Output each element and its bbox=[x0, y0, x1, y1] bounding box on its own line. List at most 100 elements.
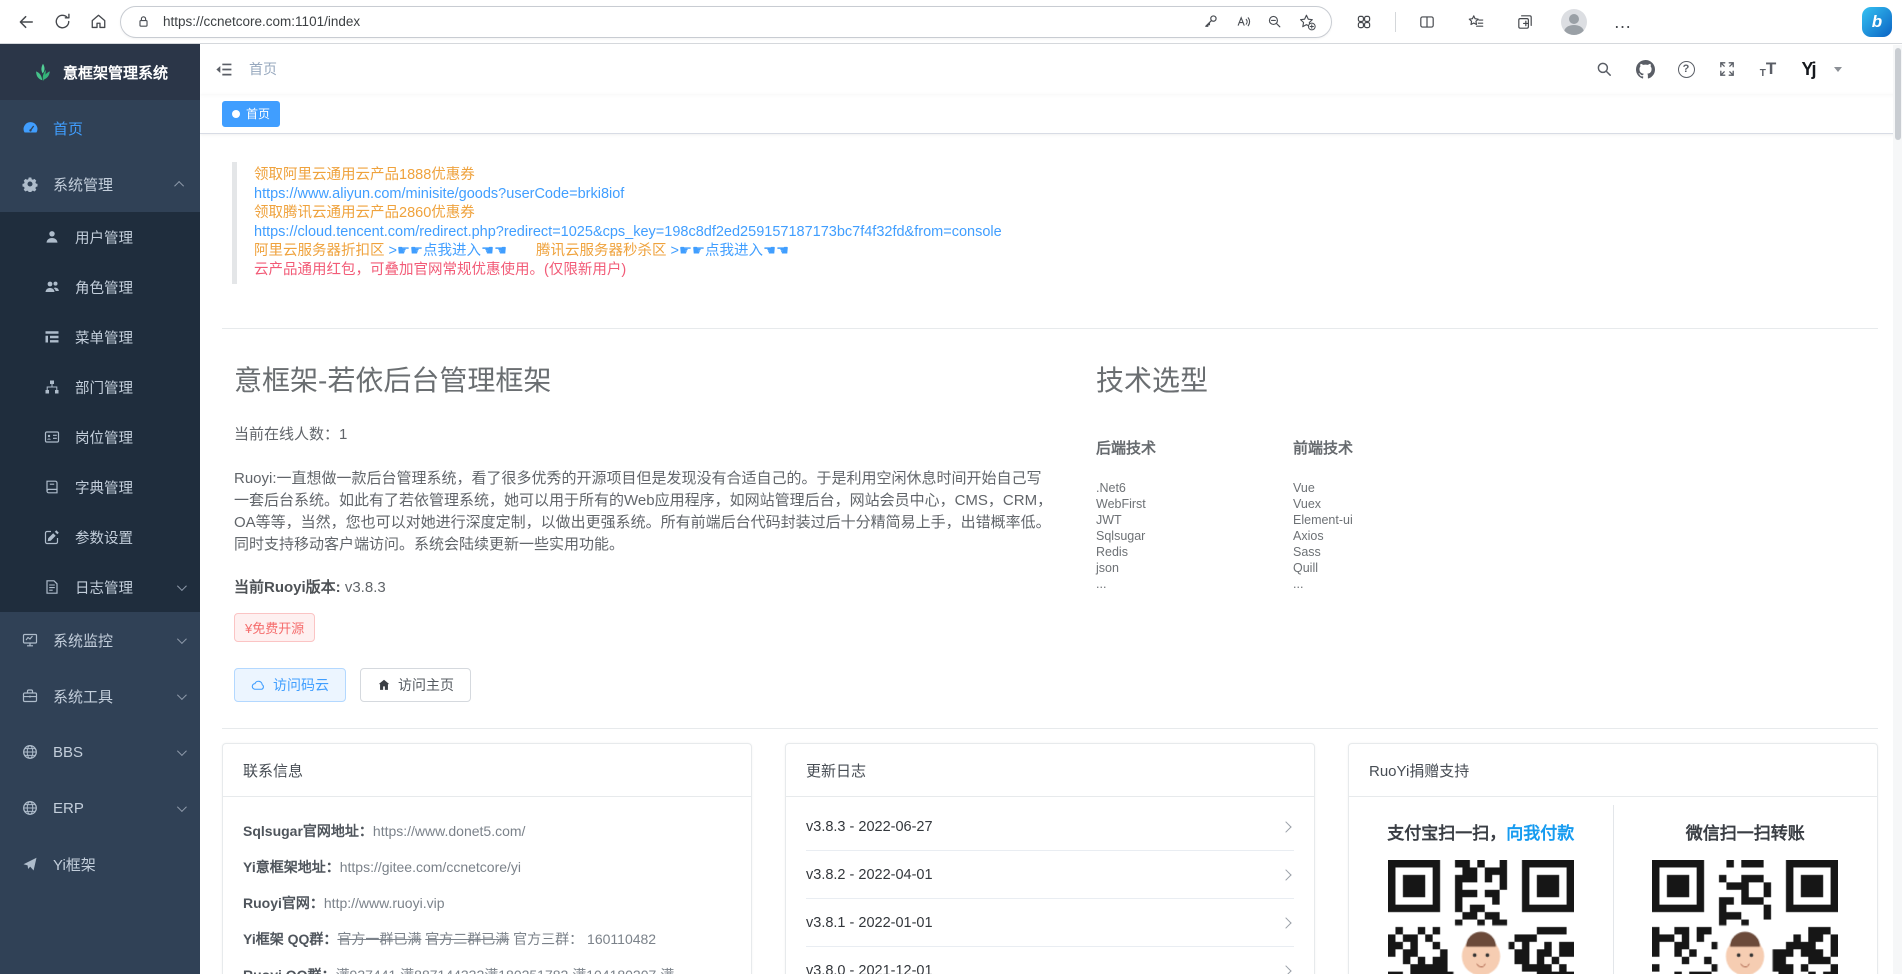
page-scrollbar[interactable] bbox=[1893, 45, 1902, 974]
notice-line: 领取腾讯云通用云产品2860优惠券 bbox=[254, 204, 1878, 223]
font-size-icon[interactable] bbox=[1752, 53, 1784, 85]
changelog-item[interactable]: v3.8.1 - 2022-01-01 bbox=[806, 899, 1294, 947]
globe-icon bbox=[22, 800, 40, 816]
sidebar-item-label: 系统监控 bbox=[53, 630, 113, 651]
favorite-this-page-icon[interactable] bbox=[1295, 13, 1319, 31]
changelog-item[interactable]: v3.8.3 - 2022-06-27 bbox=[806, 803, 1294, 851]
chevron-down-icon bbox=[177, 581, 187, 591]
url-text[interactable]: https://ccnetcore.com:1101/index bbox=[163, 14, 1190, 29]
guide-icon bbox=[22, 856, 40, 872]
tag-home[interactable]: 首页 bbox=[222, 101, 280, 127]
sidebar-item-label: ERP bbox=[53, 800, 84, 817]
sidebar-item-label: BBS bbox=[53, 744, 83, 761]
contact-label: Ruoyi QQ群： bbox=[243, 967, 336, 974]
sidebar-fold-button[interactable] bbox=[214, 60, 233, 79]
sidebar-item-edit[interactable]: 参数设置 bbox=[0, 512, 200, 562]
contact-card-title: 联系信息 bbox=[223, 744, 751, 797]
refresh-button[interactable] bbox=[44, 5, 80, 39]
sidebar-item-label: Yi框架 bbox=[53, 854, 96, 875]
sidebar-item-tree[interactable]: 部门管理 bbox=[0, 362, 200, 412]
sidebar-item-monitor[interactable]: 系统监控 bbox=[0, 612, 200, 668]
top-navbar: 首页 bbox=[200, 44, 1902, 94]
read-aloud-icon[interactable] bbox=[1231, 13, 1254, 30]
sidebar-item-label: 用户管理 bbox=[75, 227, 133, 248]
back-button[interactable] bbox=[8, 5, 44, 39]
edit-icon bbox=[44, 529, 62, 545]
changelog-version-label: v3.8.1 - 2022-01-01 bbox=[806, 915, 933, 931]
password-key-icon[interactable] bbox=[1199, 13, 1222, 30]
split-screen-button[interactable] bbox=[1409, 5, 1445, 39]
contact-value-struck: 满104180207 bbox=[572, 967, 656, 974]
chevron-down-icon[interactable] bbox=[1834, 67, 1842, 72]
notice-line: 阿里云服务器折扣区 >☛☛点我进入☚☚ 腾讯云服务器秒杀区 >☛☛点我进入☚☚ bbox=[254, 242, 1878, 261]
visit-homepage-button[interactable]: 访问主页 bbox=[360, 668, 471, 702]
notice-link[interactable]: https://www.aliyun.com/minisite/goods?us… bbox=[254, 186, 624, 202]
sidebar-item-peoples[interactable]: 角色管理 bbox=[0, 262, 200, 312]
sidebar-item-user[interactable]: 用户管理 bbox=[0, 212, 200, 262]
site-lock-icon[interactable] bbox=[133, 14, 154, 29]
free-open-source-tag: ¥免费开源 bbox=[234, 613, 315, 642]
notice-text: 领取阿里云通用云产品1888优惠券 bbox=[254, 167, 475, 183]
sidebar-item-dict[interactable]: 字典管理 bbox=[0, 462, 200, 512]
sidebar-item-label: 参数设置 bbox=[75, 527, 133, 548]
wechat-title: 微信扫一扫转账 bbox=[1686, 819, 1805, 844]
sidebar-item-globe[interactable]: ERP bbox=[0, 780, 200, 836]
scrollbar-thumb[interactable] bbox=[1895, 48, 1901, 140]
notice-line: 云产品通用红包，可叠加官网常规优惠使用。(仅限新用户) bbox=[254, 261, 1878, 280]
home-button[interactable] bbox=[80, 5, 116, 39]
search-icon[interactable] bbox=[1588, 53, 1620, 85]
backend-tech-column: 后端技术 .Net6WebFirstJWTSqlsugarRedisjson..… bbox=[1096, 423, 1293, 592]
online-count: 1 bbox=[339, 426, 347, 443]
zoom-out-icon[interactable] bbox=[1263, 13, 1286, 30]
changelog-item[interactable]: v3.8.0 - 2021-12-01 bbox=[806, 947, 1294, 974]
help-icon[interactable] bbox=[1670, 53, 1702, 85]
notice-link[interactable]: https://cloud.tencent.com/redirect.php?r… bbox=[254, 224, 1002, 240]
notice-link[interactable]: >☛☛点我进入☚☚ bbox=[671, 243, 789, 259]
changelog-item[interactable]: v3.8.2 - 2022-04-01 bbox=[806, 851, 1294, 899]
sidebar-item-post[interactable]: 岗位管理 bbox=[0, 412, 200, 462]
breadcrumb: 首页 bbox=[249, 59, 277, 79]
user-avatar[interactable] bbox=[1793, 54, 1823, 84]
changelog-version-label: v3.8.0 - 2021-12-01 bbox=[806, 963, 933, 974]
sidebar-item-log[interactable]: 日志管理 bbox=[0, 562, 200, 612]
copilot-bing-button[interactable] bbox=[1862, 7, 1892, 37]
notice-link[interactable]: >☛☛点我进入☚☚ bbox=[389, 243, 507, 259]
sidebar-item-label: 日志管理 bbox=[75, 577, 133, 598]
extensions-button[interactable] bbox=[1346, 5, 1382, 39]
home-icon bbox=[89, 12, 108, 31]
sidebar-item-label: 首页 bbox=[53, 118, 83, 139]
sidebar-item-label: 岗位管理 bbox=[75, 427, 133, 448]
visit-gitee-button[interactable]: 访问码云 bbox=[234, 668, 346, 702]
tech-item: Redis bbox=[1096, 544, 1293, 560]
collections-button[interactable] bbox=[1507, 5, 1543, 39]
pay-me-link[interactable]: 向我付款 bbox=[1506, 824, 1574, 843]
browser-toolbar: https://ccnetcore.com:1101/index … bbox=[0, 0, 1902, 44]
frontend-tech-list: VueVuexElement-uiAxiosSassQuill... bbox=[1293, 480, 1490, 592]
backend-tech-list: .Net6WebFirstJWTSqlsugarRedisjson... bbox=[1096, 480, 1293, 592]
sidebar-item-tool[interactable]: 系统工具 bbox=[0, 668, 200, 724]
sidebar-item-gear[interactable]: 系统管理 bbox=[0, 156, 200, 212]
favorites-button[interactable] bbox=[1458, 5, 1494, 39]
notice-text: 腾讯云服务器秒杀区 bbox=[507, 243, 671, 259]
profile-button[interactable] bbox=[1556, 5, 1592, 39]
contact-row: Sqlsugar官网地址：https://www.donet5.com/ bbox=[243, 821, 731, 841]
globe-icon bbox=[22, 744, 40, 760]
alipay-title: 支付宝扫一扫，向我付款 bbox=[1387, 819, 1574, 844]
main-area: 首页 首页 领取阿里云通用云产品1888优惠券https bbox=[200, 44, 1902, 974]
notice-text: 阿里云服务器折扣区 bbox=[254, 243, 389, 259]
address-bar[interactable]: https://ccnetcore.com:1101/index bbox=[120, 6, 1332, 38]
changelog-version-label: v3.8.3 - 2022-06-27 bbox=[806, 819, 933, 835]
fullscreen-icon[interactable] bbox=[1711, 53, 1743, 85]
settings-menu-button[interactable]: … bbox=[1605, 5, 1641, 39]
sidebar-item-tree-table[interactable]: 菜单管理 bbox=[0, 312, 200, 362]
refresh-icon bbox=[53, 12, 72, 31]
version-line: 当前Ruoyi版本: v3.8.3 bbox=[234, 576, 1096, 597]
sidebar-item-dashboard[interactable]: 首页 bbox=[0, 100, 200, 156]
sidebar-item-globe[interactable]: BBS bbox=[0, 724, 200, 780]
tech-item: Sqlsugar bbox=[1096, 528, 1293, 544]
dashboard-icon bbox=[22, 120, 40, 137]
contact-label: Ruoyi官网： bbox=[243, 895, 324, 911]
sidebar-item-guide[interactable]: Yi框架 bbox=[0, 836, 200, 892]
app-logo[interactable]: 意框架管理系统 bbox=[0, 44, 200, 100]
github-icon[interactable] bbox=[1629, 53, 1661, 85]
